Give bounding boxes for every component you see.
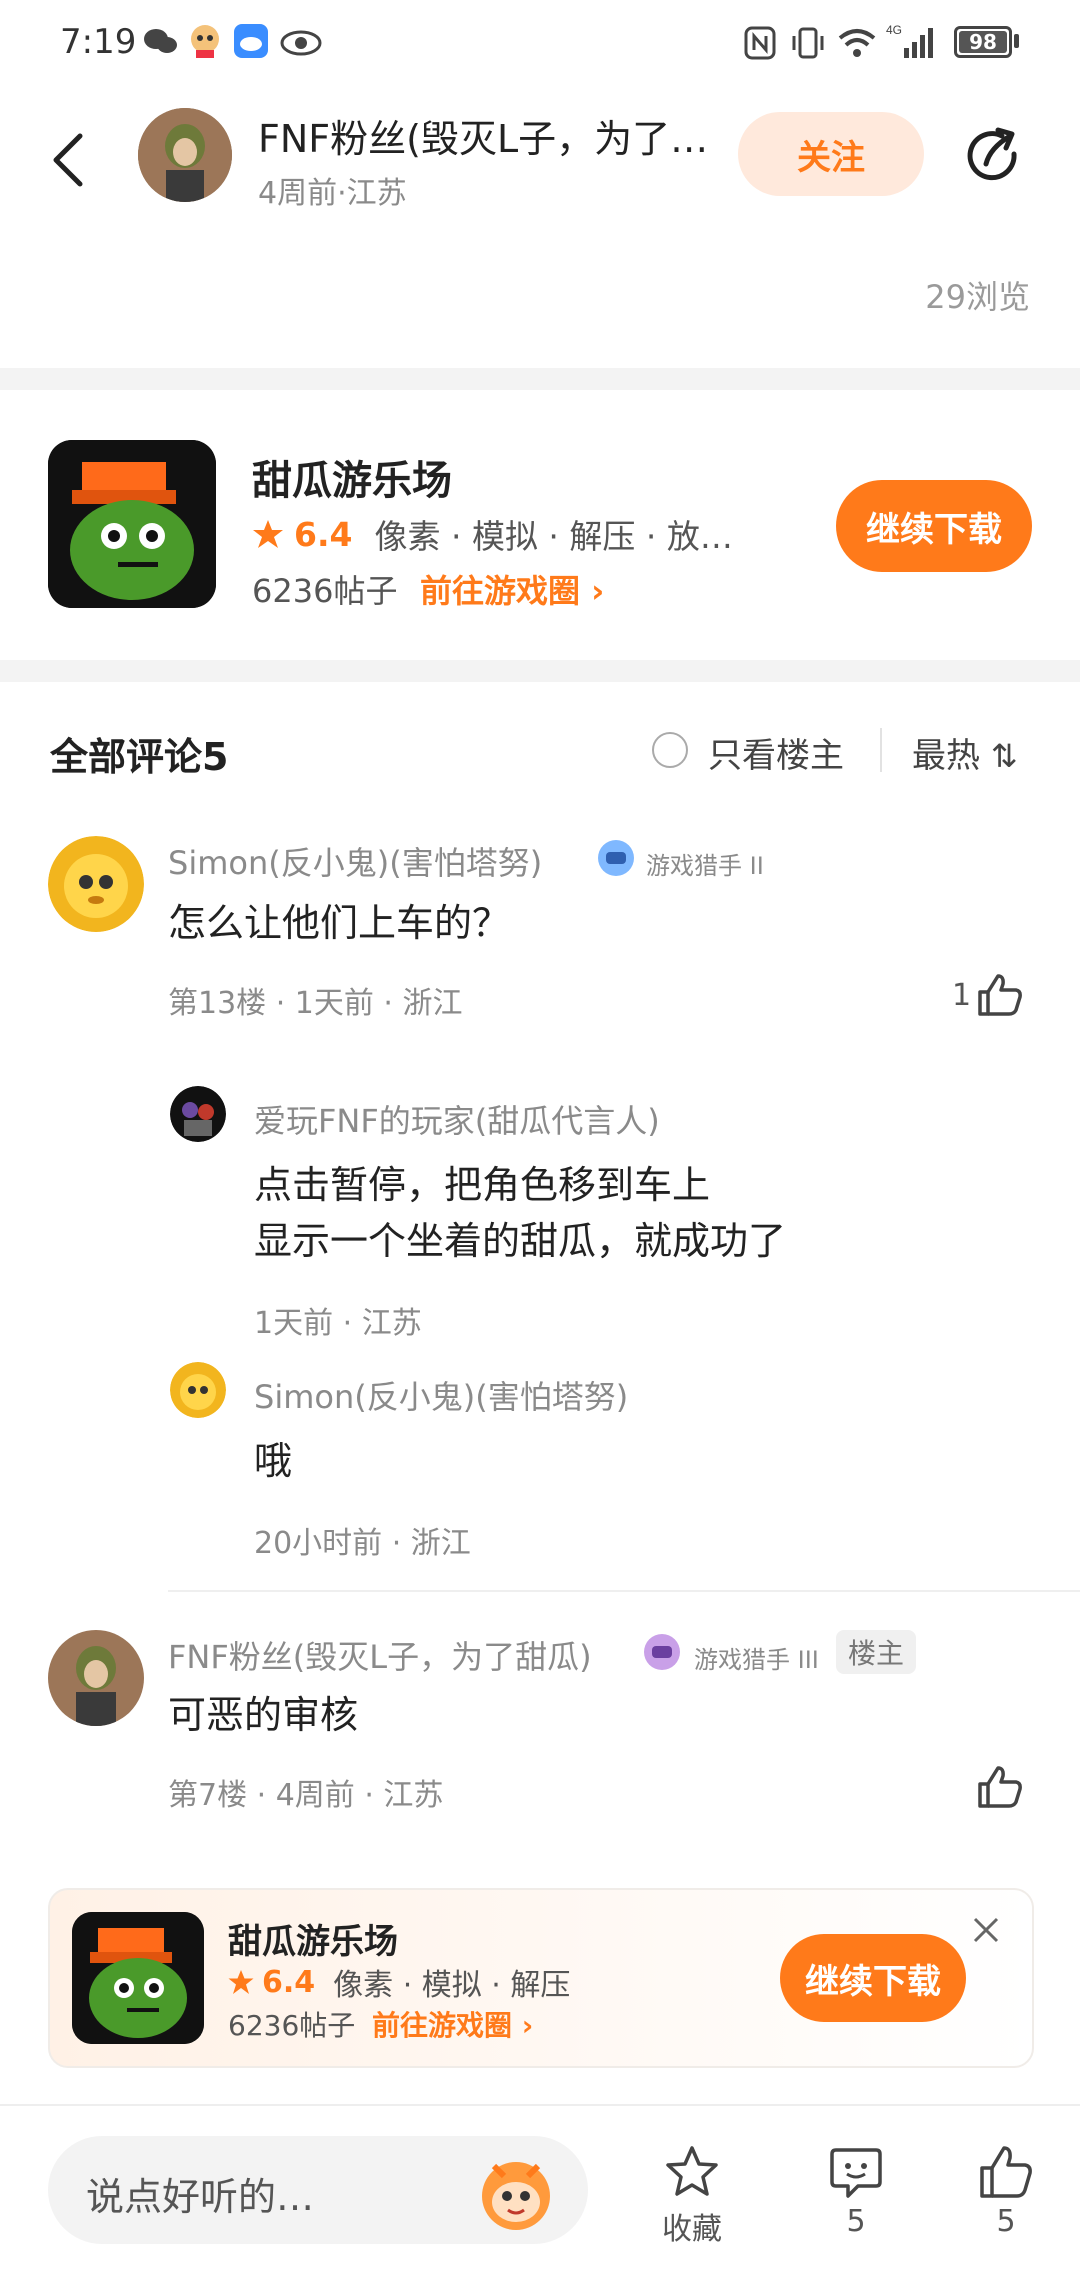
owner-tag: 楼主	[836, 1630, 917, 1674]
view-count: 29浏览	[925, 278, 1030, 316]
game-icon[interactable]	[48, 440, 216, 608]
vibrate-icon	[792, 27, 824, 59]
comment-text: 怎么让他们上车的？	[168, 901, 511, 945]
wifi-icon	[838, 29, 876, 57]
banner-download-button[interactable]: 继续下载	[780, 1934, 966, 2022]
game-tags: 像素 · 模拟 · 解压 · 放…	[374, 517, 733, 556]
nfc-icon	[744, 26, 776, 60]
commenter-avatar[interactable]	[48, 1630, 144, 1726]
thumbs-up-icon[interactable]	[976, 1764, 1024, 1810]
banner-rating: 6.4	[262, 1964, 316, 2000]
game-rating: 6.4	[294, 514, 353, 554]
commenter-badge: 游戏猎手 II	[646, 852, 764, 880]
game-name[interactable]: 甜瓜游乐场	[252, 448, 452, 506]
status-time: 7:19	[60, 22, 137, 62]
commenter-name[interactable]: FNF粉丝(毁灭L子，为了甜瓜)	[168, 1632, 592, 1678]
thumbs-up-icon[interactable]	[976, 972, 1024, 1018]
status-bar: 7:19 4G 98	[0, 0, 1080, 88]
goto-game-circle-label: 前往游戏圈	[420, 572, 581, 610]
commenter-avatar[interactable]	[48, 836, 144, 932]
back-arrow-icon[interactable]	[48, 130, 88, 190]
commenter-name[interactable]: Simon(反小鬼)(害怕塔努)	[168, 838, 542, 884]
close-icon[interactable]	[972, 1916, 1000, 1944]
sort-label: 最热	[912, 736, 980, 776]
cloud-app-icon	[234, 24, 268, 58]
like-count: 5	[996, 2204, 1016, 2239]
signal-4g-icon: 4G	[886, 23, 933, 58]
hunter-badge-icon	[644, 1634, 680, 1670]
goto-game-circle-link[interactable]: 前往游戏圈 ›	[420, 566, 604, 612]
star-rating-icon	[228, 1970, 254, 1994]
comments-title: 全部评论5	[50, 735, 229, 779]
banner-goto-label: 前往游戏圈	[372, 2009, 513, 2042]
reply-avatar[interactable]	[170, 1086, 226, 1142]
comment-input-placeholder[interactable]: 说点好听的…	[86, 2166, 314, 2221]
reply-author-name[interactable]: Simon(反小鬼)(害怕塔努)	[254, 1372, 628, 1418]
header-separator	[880, 728, 882, 772]
battery-level: 98	[969, 30, 997, 54]
svg-text:4G: 4G	[886, 23, 902, 37]
chevron-right-icon: ›	[521, 2009, 534, 2042]
app-mascot-icon	[191, 25, 219, 58]
follow-button[interactable]: 关注	[738, 112, 924, 196]
star-favorite-icon[interactable]	[664, 2144, 720, 2200]
eye-icon	[280, 30, 322, 56]
only-author-radio[interactable]	[652, 732, 688, 768]
wechat-icon	[144, 29, 177, 53]
banner-tags: 像素 · 模拟 · 解压	[333, 1968, 571, 2003]
chevron-right-icon: ›	[591, 572, 605, 610]
section-divider	[0, 660, 1080, 682]
favorite-label[interactable]: 收藏	[652, 2204, 732, 2248]
reply-text-line: 点击暂停，把角色移到车上	[254, 1163, 711, 1207]
reply-avatar[interactable]	[170, 1362, 226, 1418]
comment-bubble-icon[interactable]	[828, 2144, 884, 2200]
reply-meta: 20小时前 · 浙江	[254, 1526, 471, 1561]
banner-goto-game-circle-link[interactable]: 前往游戏圈 ›	[372, 2004, 533, 2044]
comment-text: 可恶的审核	[168, 1693, 359, 1737]
emoji-mascot-icon[interactable]	[474, 2150, 558, 2234]
star-rating-icon	[253, 520, 283, 548]
thumbs-up-icon[interactable]	[978, 2144, 1034, 2200]
author-name[interactable]: FNF粉丝(毁灭L子，为了…	[258, 108, 738, 163]
continue-download-button[interactable]: 继续下载	[836, 480, 1032, 572]
sort-icon: ⇅	[990, 737, 1018, 775]
reply-author-name[interactable]: 爱玩FNF的玩家(甜瓜代言人)	[254, 1096, 660, 1142]
only-author-label[interactable]: 只看楼主	[708, 728, 844, 777]
commenter-badge: 游戏猎手 III	[694, 1646, 819, 1674]
post-time-location: 4周前·江苏	[258, 176, 407, 211]
battery-icon: 98	[954, 26, 1012, 58]
author-avatar[interactable]	[138, 108, 232, 202]
reply-meta: 1天前 · 江苏	[254, 1306, 422, 1341]
reply-text-line: 哦	[254, 1439, 293, 1483]
banner-game-icon[interactable]	[72, 1912, 204, 2044]
battery-tip	[1014, 34, 1019, 48]
comment-meta: 第7楼 · 4周前 · 江苏	[168, 1778, 444, 1813]
sort-hot-toggle[interactable]: 最热 ⇅	[912, 728, 1018, 777]
reply-text-line: 显示一个坐着的甜瓜，就成功了	[254, 1219, 787, 1263]
banner-game-name[interactable]: 甜瓜游乐场	[228, 1914, 398, 1963]
game-meta: 6.4 像素 · 模拟 · 解压 · 放…	[252, 510, 733, 558]
game-post-count: 6236帖子	[252, 572, 398, 610]
banner-post-count: 6236帖子	[228, 2009, 356, 2042]
comment-count: 5	[846, 2204, 866, 2239]
comment-meta: 第13楼 · 1天前 · 浙江	[168, 986, 463, 1021]
banner-game-meta: 6.4 像素 · 模拟 · 解压	[228, 1960, 570, 2004]
share-icon[interactable]	[964, 124, 1028, 188]
section-divider	[0, 368, 1080, 390]
comment-divider	[168, 1590, 1080, 1592]
comment-like-count: 1	[952, 978, 972, 1013]
hunter-badge-icon	[598, 840, 634, 876]
bottom-bar-divider	[0, 2104, 1080, 2106]
